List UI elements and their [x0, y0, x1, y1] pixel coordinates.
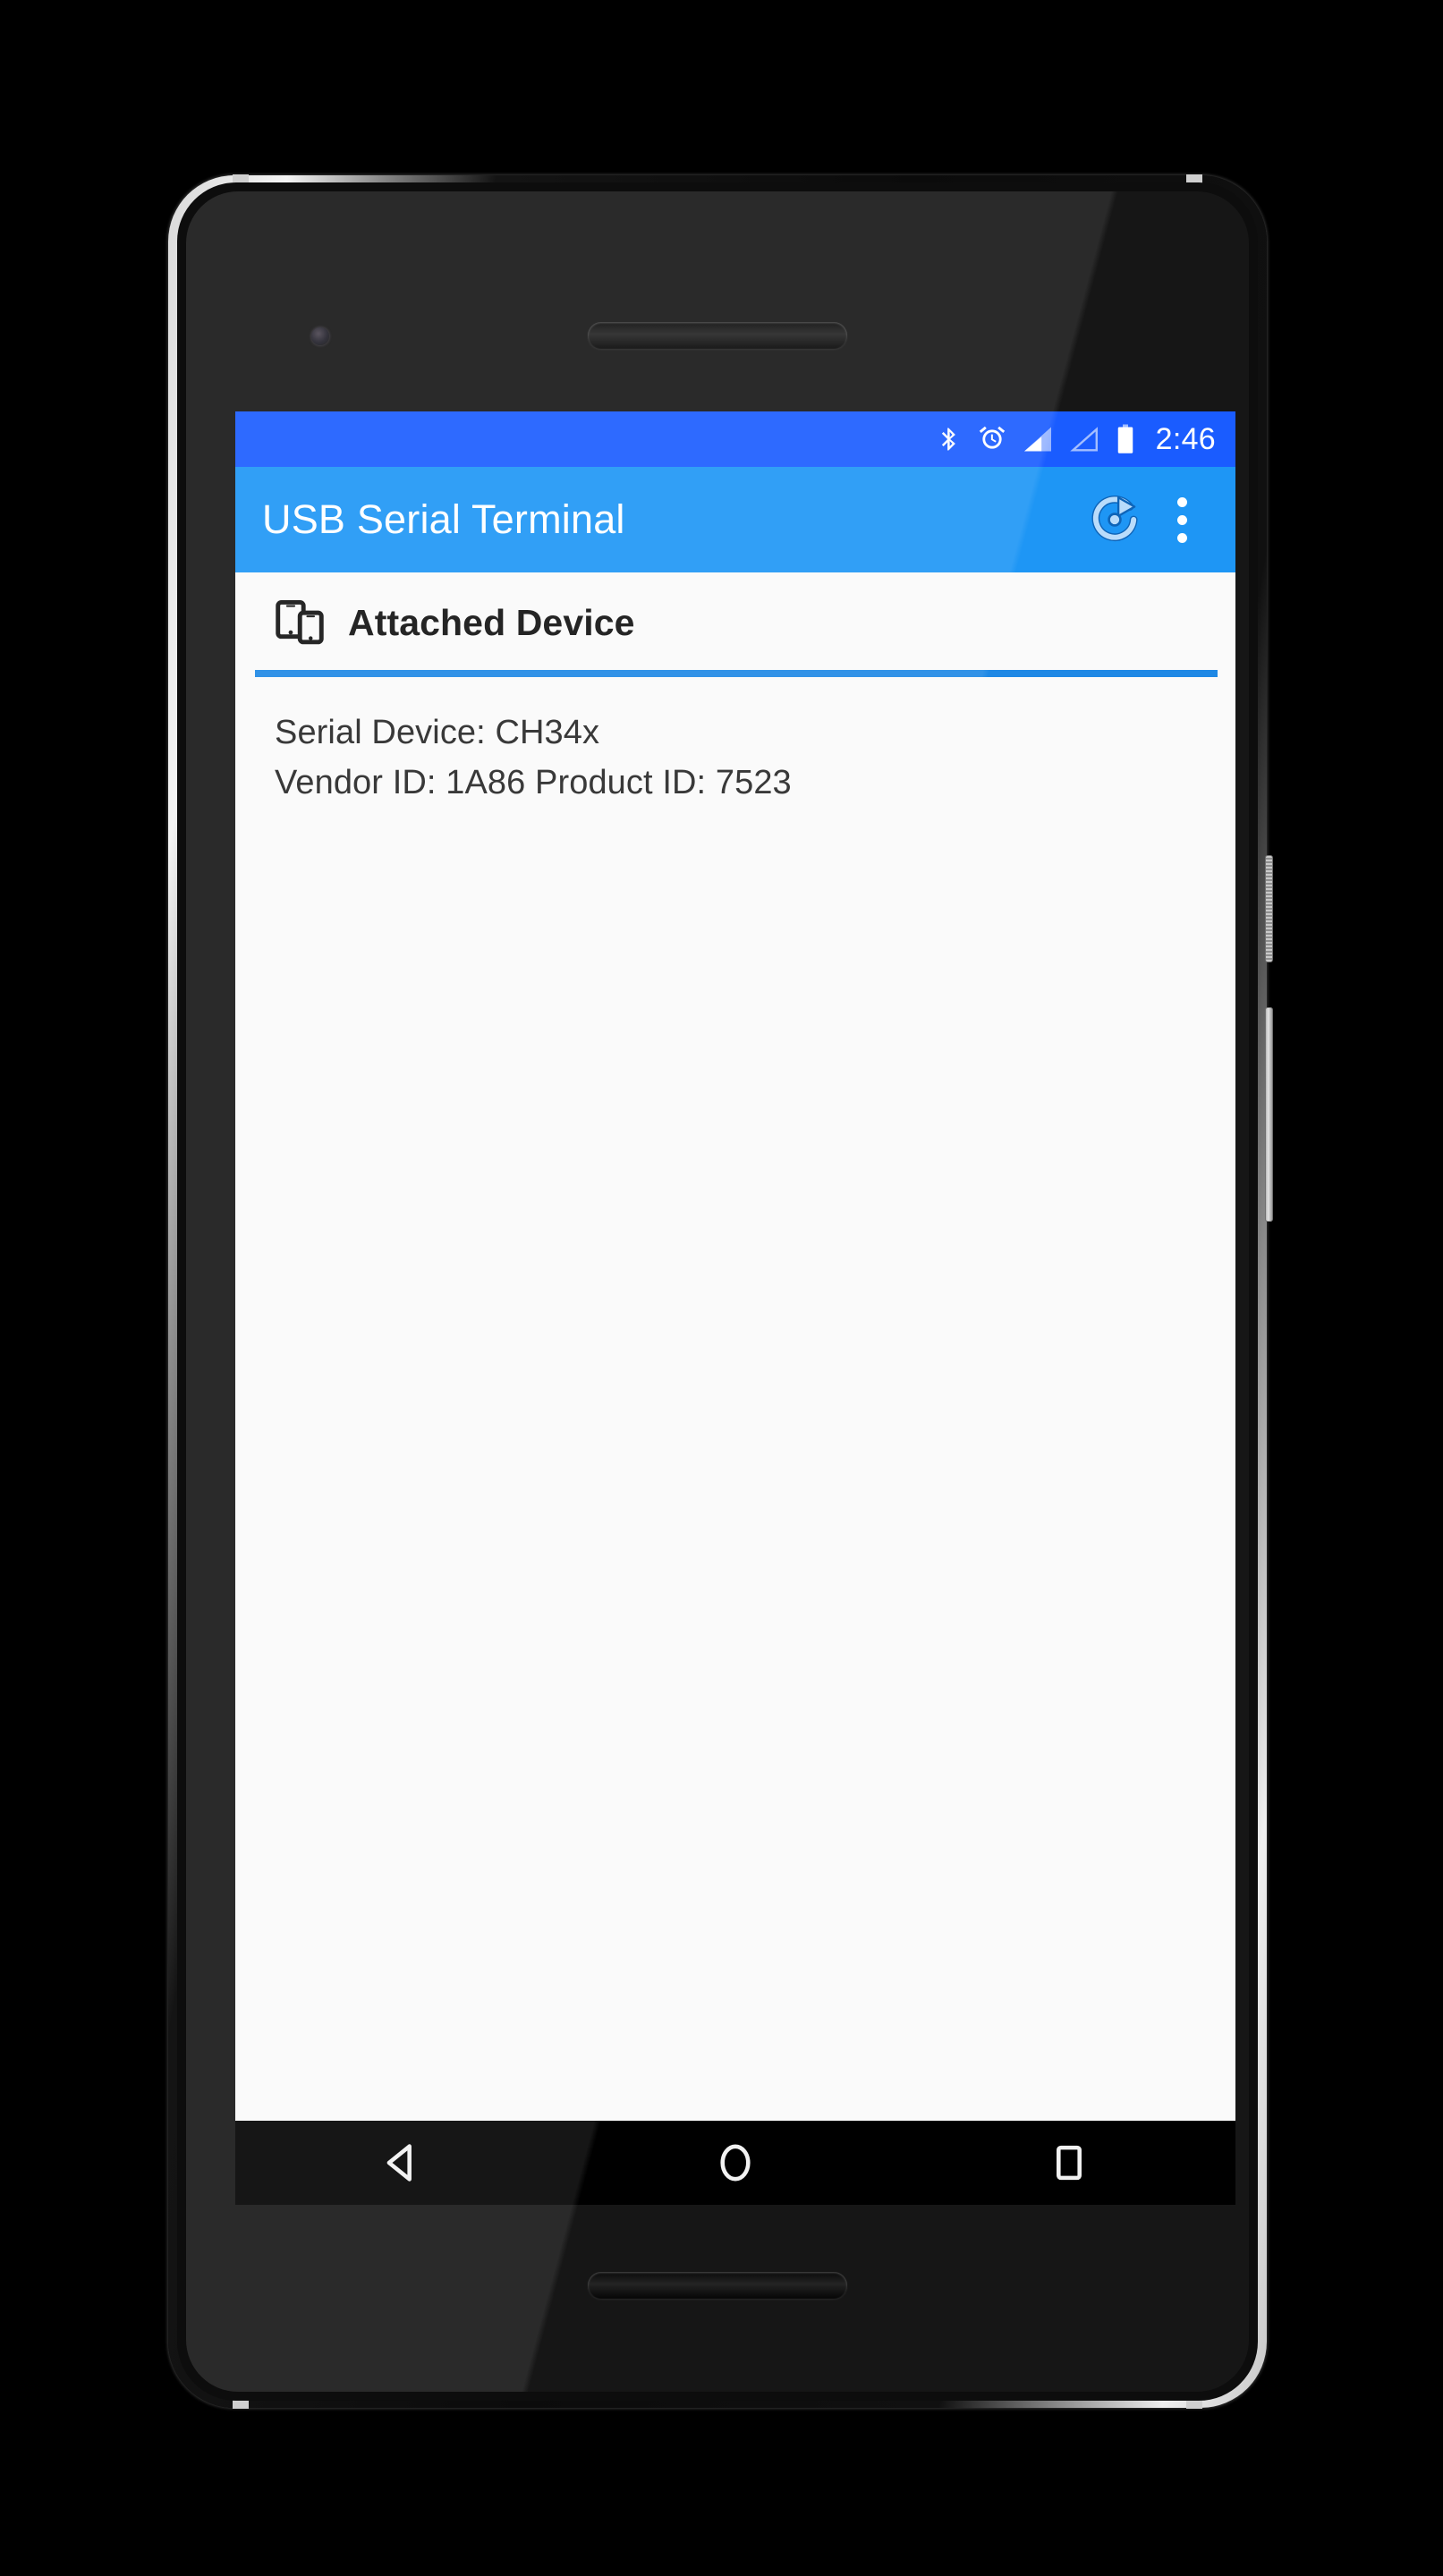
nav-home-button[interactable] — [668, 2121, 802, 2205]
back-triangle-icon — [386, 2144, 412, 2182]
front-camera-icon — [311, 327, 329, 345]
vendor-product-id-line: Vendor ID: 1A86 Product ID: 7523 — [275, 764, 792, 802]
nav-recents-button[interactable] — [1002, 2121, 1136, 2205]
nav-back-button[interactable] — [335, 2121, 469, 2205]
refresh-icon — [1091, 495, 1138, 542]
power-button[interactable] — [1265, 855, 1273, 962]
signal-sim2-icon — [1068, 423, 1100, 455]
status-bar: 2:46 — [235, 411, 1235, 467]
overflow-menu-button[interactable] — [1153, 481, 1210, 558]
phone-device-frame: 2:46 USB Serial Terminal Attached Device… — [168, 174, 1273, 2409]
android-nav-bar — [235, 2121, 1235, 2205]
serial-device-line: Serial Device: CH34x — [275, 714, 600, 751]
recents-square-icon — [1056, 2145, 1082, 2181]
device-info-block: Serial Device: CH34x Vendor ID: 1A86 Pro… — [235, 677, 1235, 808]
volume-rocker[interactable] — [1265, 1007, 1273, 1222]
bluetooth-icon — [936, 423, 963, 455]
devices-icon — [275, 596, 325, 650]
phone-bezel: 2:46 USB Serial Terminal Attached Device… — [186, 191, 1249, 2392]
battery-icon — [1115, 423, 1136, 455]
main-content: Attached Device Serial Device: CH34x Ven… — [235, 572, 1235, 2121]
bottom-speaker-icon — [588, 2272, 847, 2299]
earpiece-speaker-icon — [588, 322, 847, 349]
app-title: USB Serial Terminal — [262, 496, 625, 542]
status-bar-clock: 2:46 — [1155, 421, 1216, 456]
signal-sim1-icon — [1022, 423, 1054, 455]
app-bar: USB Serial Terminal — [235, 467, 1235, 572]
home-circle-icon — [720, 2144, 751, 2182]
more-vert-icon — [1176, 496, 1187, 543]
phone-screen: 2:46 USB Serial Terminal Attached Device… — [235, 411, 1235, 2205]
section-accent-divider — [255, 670, 1218, 677]
section-title: Attached Device — [348, 602, 635, 643]
refresh-button[interactable] — [1076, 481, 1153, 558]
attached-device-header: Attached Device — [235, 572, 1235, 670]
alarm-icon — [977, 423, 1007, 455]
